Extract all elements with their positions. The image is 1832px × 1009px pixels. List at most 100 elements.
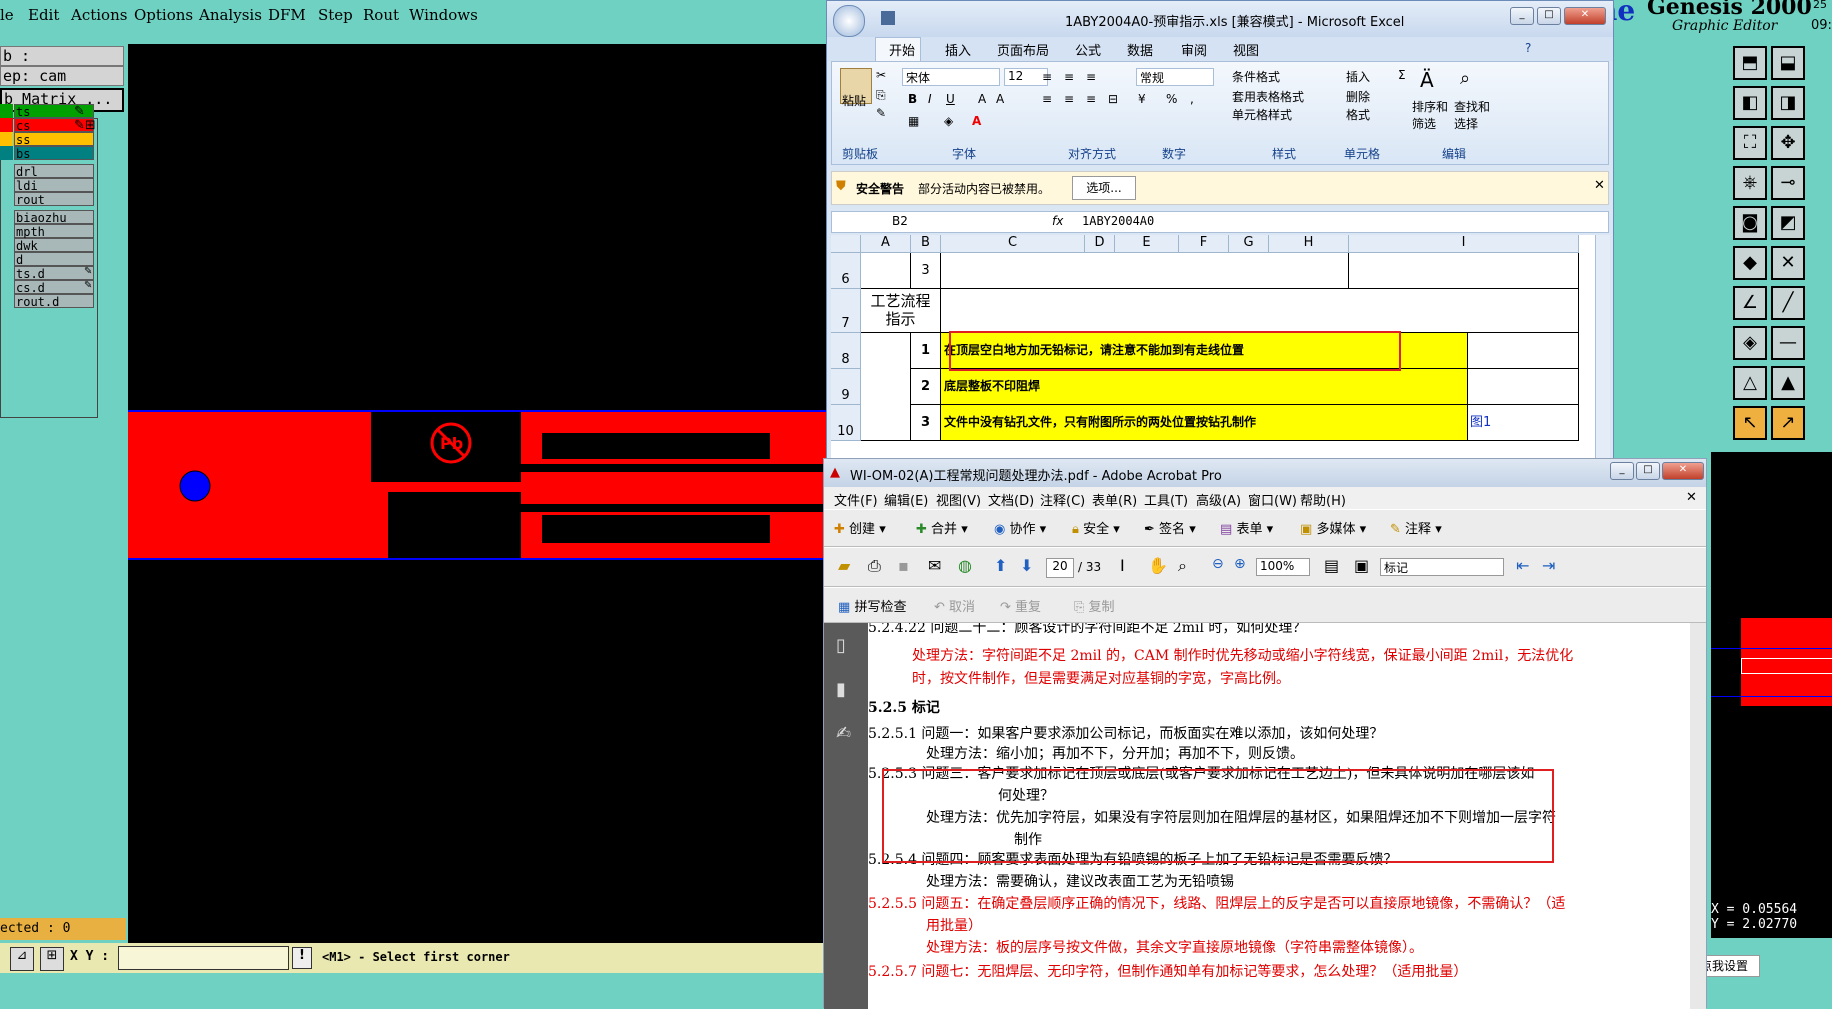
layer-ldi[interactable]: ldi — [14, 178, 94, 193]
web-icon[interactable]: ◍ — [958, 556, 972, 575]
align-center-icon[interactable]: ≡ — [1064, 92, 1074, 106]
format-cells-button[interactable]: 格式 — [1346, 106, 1370, 123]
menu-item[interactable]: 表单(R) — [1092, 490, 1137, 509]
menu-item[interactable]: 高级(A) — [1196, 490, 1241, 509]
create-button[interactable]: ✚ 创建 ▾ — [834, 518, 886, 537]
node-icon[interactable]: ◆ — [1733, 246, 1767, 280]
select-all[interactable] — [831, 235, 861, 253]
graphic-canvas[interactable]: Pb — [128, 44, 828, 943]
cell-a8[interactable] — [861, 333, 911, 441]
col-header[interactable]: B — [911, 235, 941, 253]
tab-insert[interactable]: 插入 — [945, 40, 971, 59]
cell-a7[interactable]: 工艺流程 指示 — [861, 289, 941, 333]
alert-icon[interactable]: ! — [292, 947, 312, 969]
zoom-select[interactable]: 100% — [1256, 558, 1310, 576]
menu-step[interactable]: Step — [318, 6, 353, 24]
layer-color-swatch[interactable] — [0, 132, 13, 146]
spreadsheet-grid[interactable]: A B C D E F G H I 6 7 8 9 10 3 工艺流程 指示 1… — [831, 235, 1595, 471]
tab-view[interactable]: 视图 — [1233, 40, 1259, 59]
zoom-tool-icon[interactable]: ⌕ — [1178, 556, 1187, 576]
move-left-icon[interactable]: ◧ — [1733, 86, 1767, 120]
acrobat-close-button[interactable]: ✕ — [1662, 462, 1704, 480]
zoom-out-icon[interactable]: ⊖ — [1212, 556, 1224, 572]
fit-icon[interactable]: ⛶ — [1733, 126, 1767, 160]
cell-c6[interactable] — [941, 253, 1349, 289]
security-options-button[interactable]: 选项... — [1072, 176, 1136, 200]
col-header[interactable]: D — [1085, 235, 1115, 253]
bookmarks-icon[interactable]: ▮ — [836, 679, 846, 700]
menu-rout[interactable]: Rout — [363, 6, 399, 24]
find-select-button[interactable]: 查找和选择 — [1454, 98, 1494, 132]
italic-button[interactable]: I — [928, 92, 932, 106]
menu-options[interactable]: Options — [134, 6, 193, 24]
layer-rout[interactable]: rout — [14, 192, 94, 207]
save-icon[interactable]: ▪ — [898, 556, 909, 575]
currency-icon[interactable]: ¥ — [1138, 92, 1146, 106]
cell-styles-button[interactable]: 单元格样式 — [1232, 106, 1292, 123]
format-as-table-button[interactable]: 套用表格格式 — [1232, 88, 1304, 105]
sum-icon[interactable]: Σ — [1398, 68, 1406, 82]
font-name-select[interactable]: 宋体 — [902, 68, 1000, 86]
merge-icon[interactable]: ⊟ — [1108, 92, 1118, 106]
cell-i6[interactable] — [1349, 253, 1579, 289]
menu-windows[interactable]: Windows — [409, 6, 478, 24]
align-middle-icon[interactable]: ≡ — [1064, 70, 1074, 84]
mini-view[interactable] — [1711, 452, 1832, 902]
bold-button[interactable]: B — [908, 92, 917, 106]
item-number[interactable]: 3 — [911, 405, 941, 441]
menu-item[interactable]: 视图(V) — [936, 490, 981, 509]
menu-actions[interactable]: Actions — [71, 6, 127, 24]
acrobat-maximize-button[interactable]: □ — [1636, 462, 1660, 480]
row-header[interactable]: 8 — [831, 333, 861, 369]
help-icon[interactable]: ? — [1525, 41, 1531, 55]
snap-icon[interactable]: ⎈ — [1733, 166, 1767, 200]
fit-page-icon[interactable]: ▣ — [1354, 556, 1369, 575]
menu-dfm[interactable]: DFM — [268, 6, 306, 24]
menu-edit[interactable]: Edit — [28, 6, 59, 24]
excel-vscroll[interactable] — [1595, 235, 1610, 471]
copy-icon[interactable]: ⎘ — [876, 88, 886, 103]
menu-item[interactable]: 编辑(E) — [884, 490, 928, 509]
row-header[interactable]: 6 — [831, 253, 861, 289]
delete-cells-button[interactable]: 删除 — [1346, 88, 1370, 105]
layer-color-swatch[interactable] — [0, 118, 13, 132]
sign-button[interactable]: ✒ 签名 ▾ — [1144, 518, 1196, 537]
col-header[interactable]: H — [1269, 235, 1349, 253]
percent-icon[interactable]: % — [1166, 92, 1177, 106]
layer-color-swatch[interactable] — [0, 104, 13, 118]
layer-down-icon[interactable]: ⬓ — [1771, 46, 1805, 80]
copy-icon[interactable]: ◩ — [1771, 206, 1805, 240]
border-icon[interactable]: ▦ — [908, 114, 919, 128]
find-icon[interactable]: ⌕ — [1460, 68, 1470, 89]
item-number[interactable]: 2 — [911, 369, 941, 405]
row-header[interactable]: 9 — [831, 369, 861, 405]
menu-item[interactable]: 窗口(W) — [1248, 490, 1297, 509]
feature-icon[interactable]: ◈ — [1733, 326, 1767, 360]
align-right-icon[interactable]: ≡ — [1086, 92, 1096, 106]
hand-icon[interactable]: ✋ — [1148, 556, 1168, 575]
comma-icon[interactable]: , — [1190, 92, 1194, 106]
align-top-icon[interactable]: ≡ — [1042, 70, 1052, 84]
excel-close-button[interactable]: ✕ — [1564, 7, 1606, 25]
item-text[interactable]: 底层整板不印阻焊 — [941, 369, 1468, 405]
align-bottom-icon[interactable]: ≡ — [1086, 70, 1096, 84]
col-header[interactable]: I — [1349, 235, 1579, 253]
tab-formulas[interactable]: 公式 — [1075, 40, 1101, 59]
page-number-input[interactable]: 20 — [1046, 558, 1074, 578]
paste-label[interactable]: 粘贴 — [842, 92, 866, 109]
layer-bs[interactable]: bs — [14, 146, 94, 161]
cell-b6[interactable]: 3 — [911, 253, 941, 289]
doc-close-icon[interactable]: ✕ — [1686, 490, 1697, 505]
fx-icon[interactable]: fx — [1052, 214, 1063, 228]
tab-home[interactable]: 开始 — [889, 40, 915, 59]
email-icon[interactable]: ✉ — [928, 556, 941, 575]
sort-filter-icon[interactable]: Ä — [1420, 68, 1434, 92]
select-text-icon[interactable]: I — [1120, 556, 1125, 575]
menu-item[interactable]: 文件(F) — [834, 490, 878, 509]
layer-color-swatch[interactable] — [0, 146, 13, 160]
cell-i8[interactable] — [1468, 333, 1579, 369]
arrow-up-icon[interactable]: ▲ — [1771, 366, 1805, 400]
redo-button[interactable]: ↷ 重复 — [1000, 596, 1041, 615]
font-color-icon[interactable]: A — [972, 114, 981, 128]
format-painter-icon[interactable]: ✎ — [876, 106, 886, 120]
